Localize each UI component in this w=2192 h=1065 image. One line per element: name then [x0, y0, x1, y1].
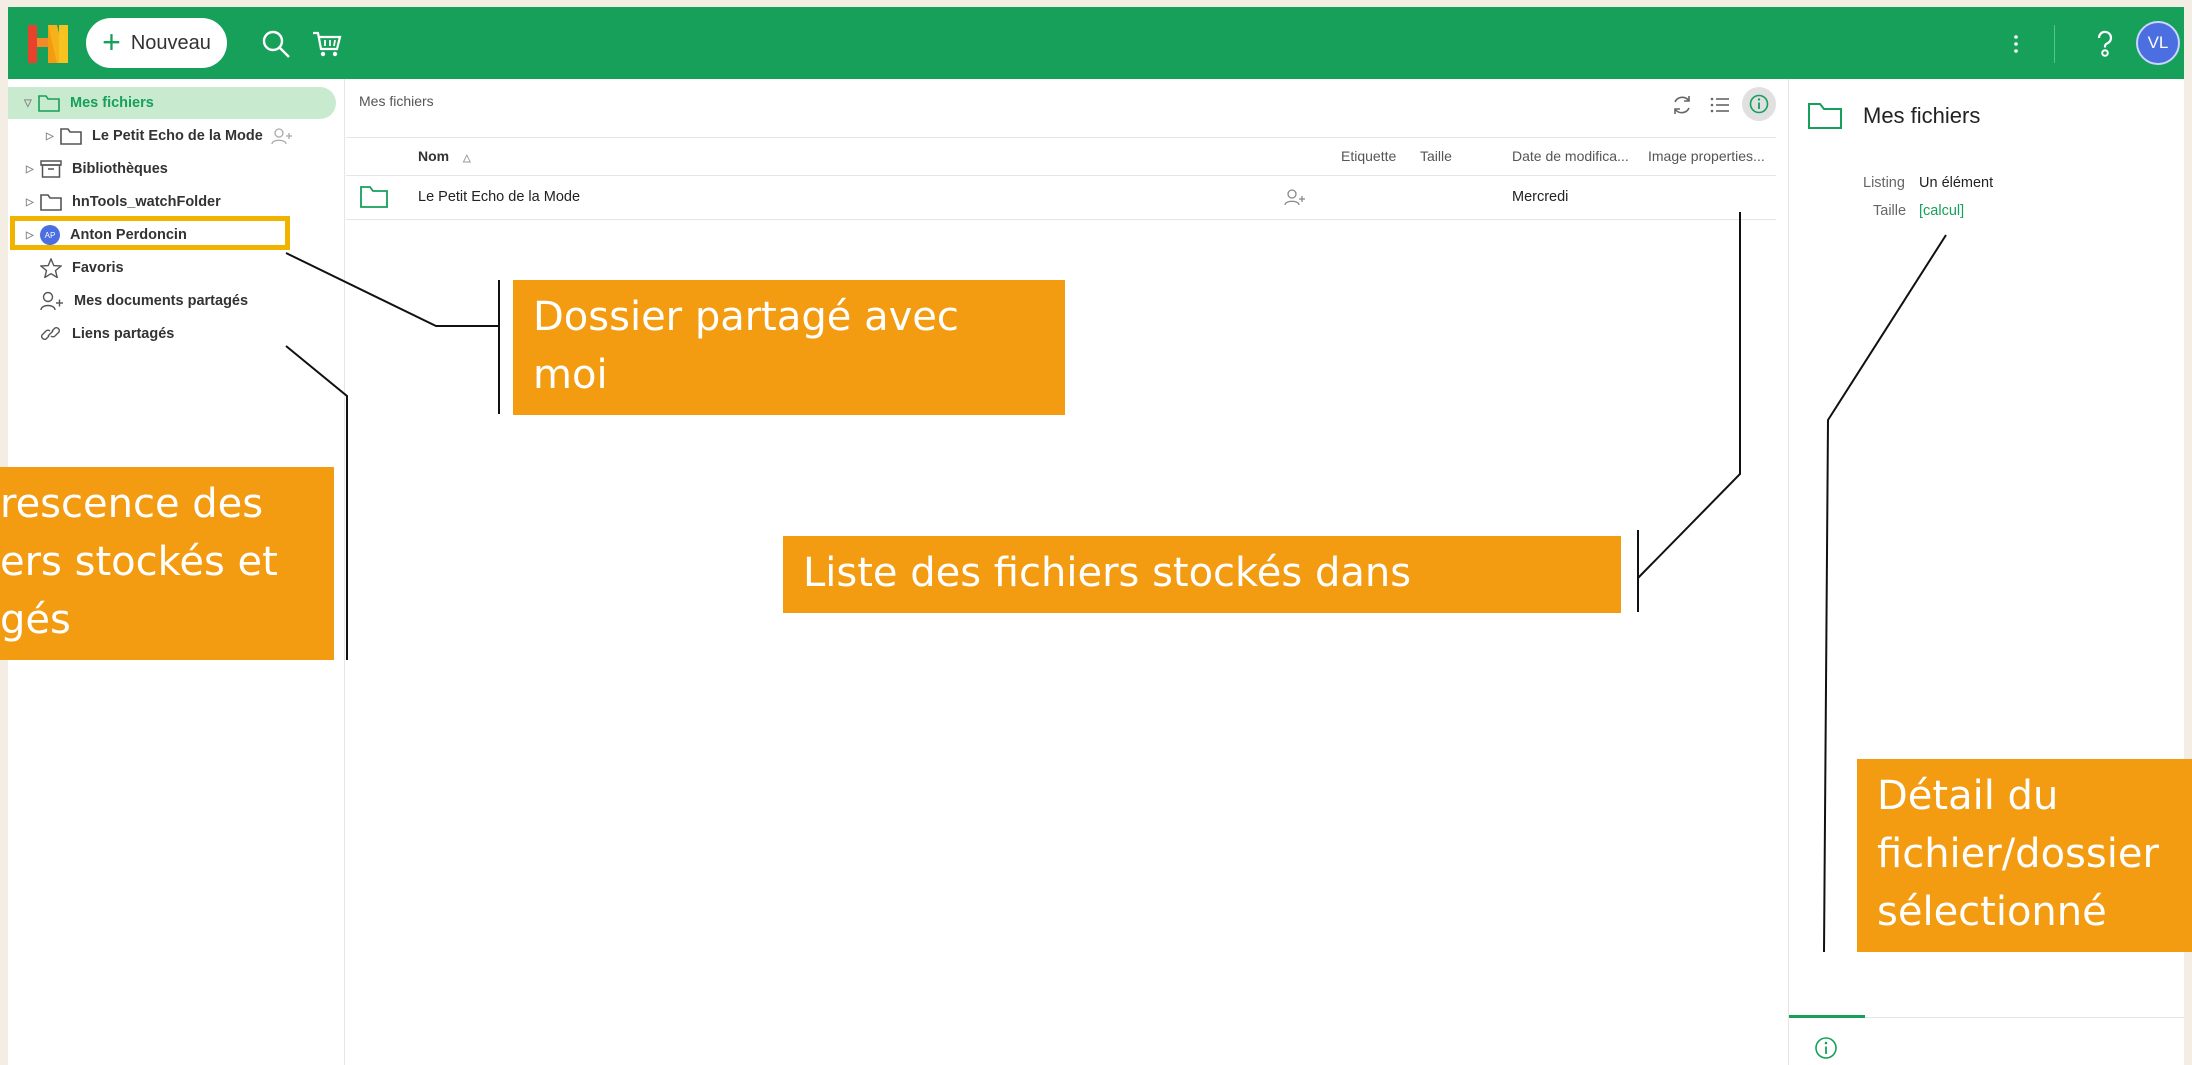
callout-line: Liste des fichiers stockés dans ShareDoc…: [803, 550, 1412, 654]
callout-shared-folder: Dossier partagé avec moi par un autre ut…: [513, 280, 1065, 456]
shared-leader-line: [285, 252, 498, 327]
callout-line: rescence des: [0, 481, 264, 527]
callout-line: Dossier partagé avec moi: [533, 294, 959, 398]
callout-tree: rescence des ers stockés et gés: [0, 467, 334, 660]
callout-details: Détail du fichier/dossier sélectionné: [1857, 759, 2192, 952]
callout-line: fichier/dossier: [1877, 831, 2159, 877]
list-leader-line: [1637, 212, 1741, 579]
callout-line: Détail du: [1877, 773, 2059, 819]
callout-line: par un autre utilisateur: [533, 410, 996, 456]
callout-line: ers stockés et: [0, 539, 278, 585]
callout-line: gés: [0, 597, 71, 643]
callout-file-list: Liste des fichiers stockés dans ShareDoc…: [783, 536, 1621, 654]
callout-line: sélectionné: [1877, 889, 2107, 935]
